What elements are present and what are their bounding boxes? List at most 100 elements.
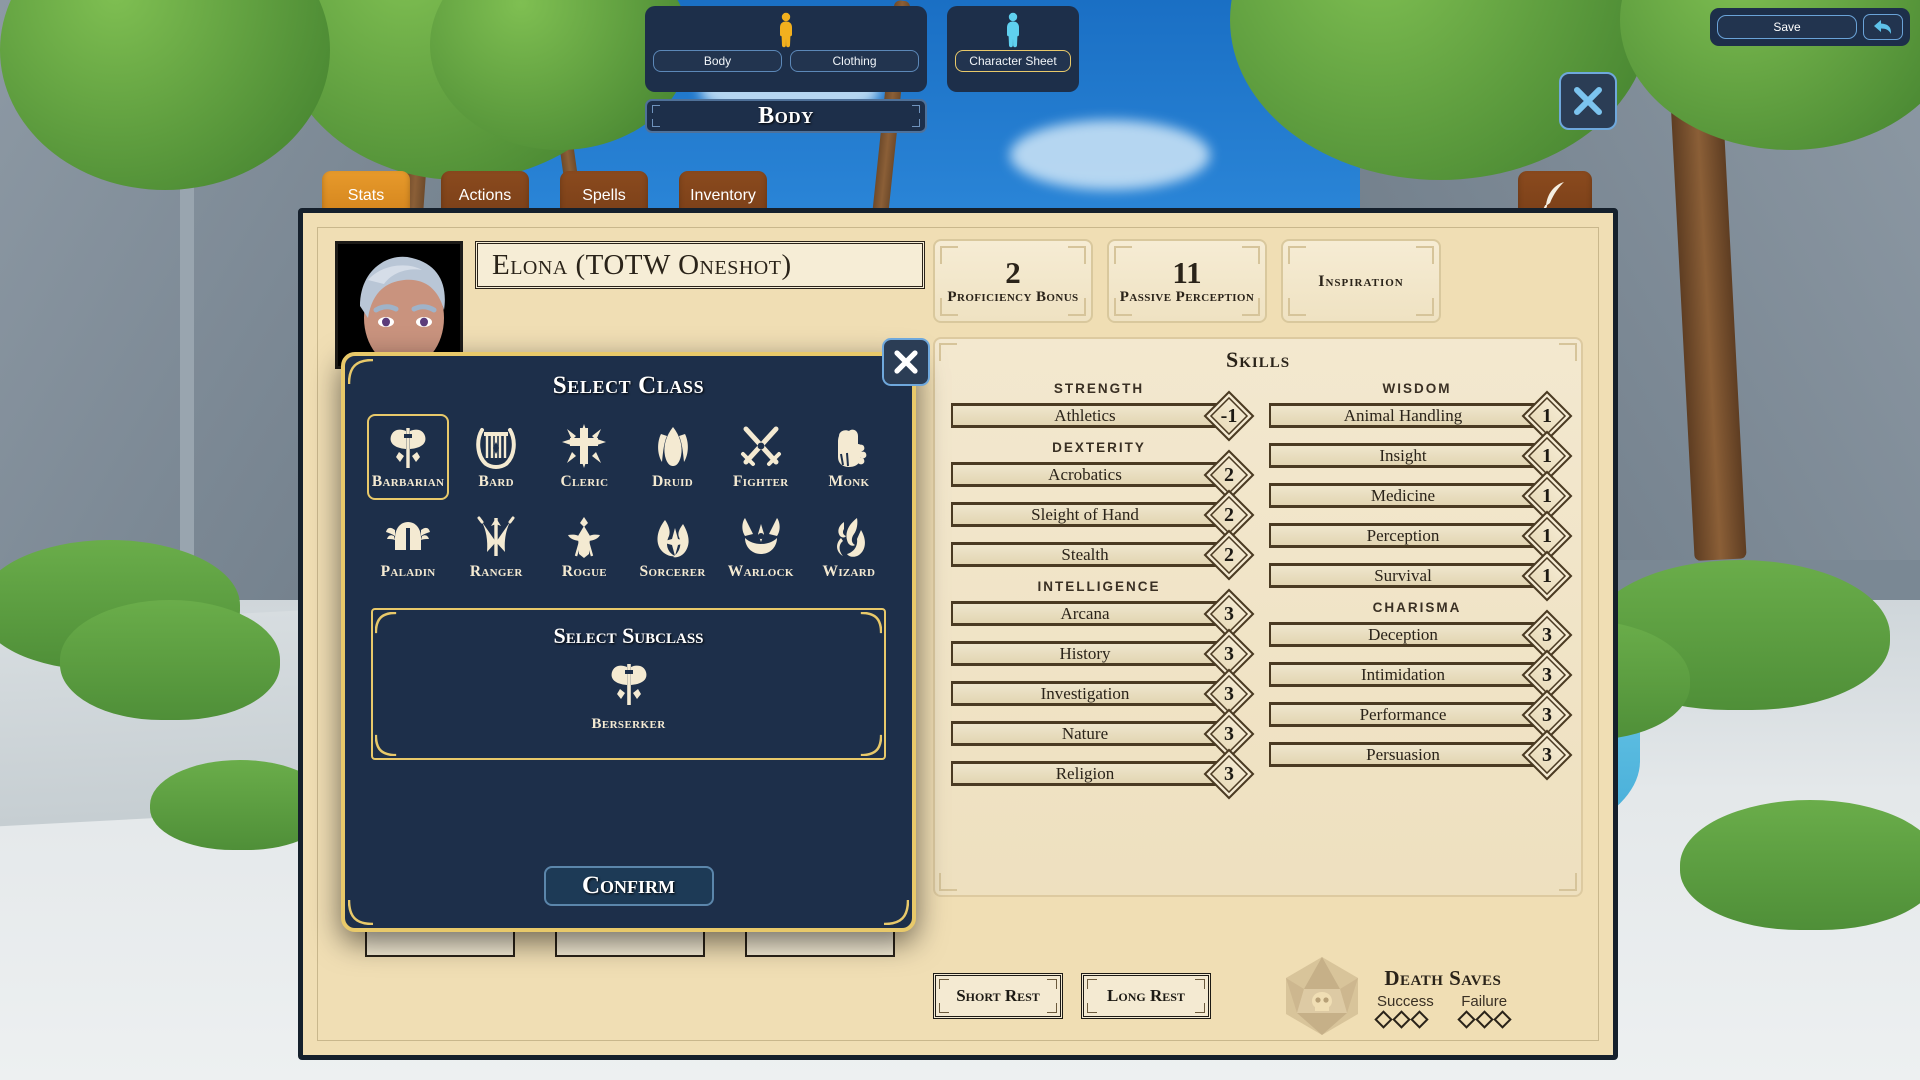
class-option-label: Paladin xyxy=(380,562,436,580)
skill-name: Intimidation xyxy=(1360,664,1446,684)
skill-bar[interactable]: Insight xyxy=(1269,443,1537,468)
skill-row-performance[interactable]: Performance 3 xyxy=(1269,689,1573,741)
corner-ornament xyxy=(375,734,397,756)
class-option-druid[interactable]: Druid xyxy=(631,414,713,500)
skill-bar[interactable]: Performance xyxy=(1269,702,1537,727)
short-rest-button[interactable]: Short Rest xyxy=(933,973,1063,1019)
death-save-marker[interactable] xyxy=(1493,1010,1512,1029)
skill-bar[interactable]: Investigation xyxy=(951,681,1219,706)
skill-value: 1 xyxy=(1542,524,1552,547)
skill-bar[interactable]: Sleight of Hand xyxy=(951,502,1219,527)
skill-row-insight[interactable]: Insight 1 xyxy=(1269,430,1573,482)
death-saves-columns: Success Failure xyxy=(1374,993,1512,1029)
skill-row-perception[interactable]: Perception 1 xyxy=(1269,510,1573,562)
skill-row-history[interactable]: History 3 xyxy=(951,628,1255,680)
class-option-wizard[interactable]: Wizard xyxy=(808,504,890,590)
class-option-label: Sorcerer xyxy=(639,562,706,580)
death-save-marker[interactable] xyxy=(1374,1010,1393,1029)
character-name-field[interactable]: Elona (TOTW Oneshot) xyxy=(475,241,925,289)
undo-button[interactable] xyxy=(1863,14,1903,40)
skill-bar[interactable]: Persuasion xyxy=(1269,742,1537,767)
skill-row-sleight-of-hand[interactable]: Sleight of Hand 2 xyxy=(951,489,1255,541)
skill-bar[interactable]: Perception xyxy=(1269,523,1537,548)
death-save-marker[interactable] xyxy=(1475,1010,1494,1029)
skill-row-animal-handling[interactable]: Animal Handling 1 xyxy=(1269,390,1573,442)
corner-ornament xyxy=(940,298,958,316)
class-option-ranger[interactable]: Ranger xyxy=(455,504,537,590)
horned-eye-icon xyxy=(742,517,780,554)
class-option-paladin[interactable]: Paladin xyxy=(367,504,449,590)
skill-row-acrobatics[interactable]: Acrobatics 2 xyxy=(951,449,1255,501)
proficiency-bonus-label: Proficiency Bonus xyxy=(947,288,1079,305)
skill-bar[interactable]: Medicine xyxy=(1269,483,1537,508)
inspiration-label: Inspiration xyxy=(1318,272,1404,290)
subclass-option[interactable]: Berserker xyxy=(373,659,884,733)
save-group: Save xyxy=(1710,8,1910,46)
inspiration-chip[interactable]: Inspiration xyxy=(1281,239,1441,323)
confirm-button[interactable]: Confirm xyxy=(543,866,714,906)
skill-bar[interactable]: Intimidation xyxy=(1269,662,1537,687)
skill-bar[interactable]: History xyxy=(951,641,1219,666)
skill-name: Acrobatics xyxy=(1048,464,1122,484)
long-rest-button[interactable]: Long Rest xyxy=(1081,973,1211,1019)
body-mode-button[interactable]: Body xyxy=(653,50,782,72)
skill-row-religion[interactable]: Religion 3 xyxy=(951,748,1255,800)
skill-name: Stealth xyxy=(1061,544,1109,564)
skill-bar[interactable]: Acrobatics xyxy=(951,462,1219,487)
cloud xyxy=(1010,120,1210,190)
clothing-mode-button[interactable]: Clothing xyxy=(790,50,919,72)
attribute-heading-intelligence: Intelligence xyxy=(1037,579,1161,594)
skill-bar[interactable]: Arcana xyxy=(951,601,1219,626)
class-option-fighter[interactable]: Fighter xyxy=(720,414,802,500)
class-option-monk[interactable]: Monk xyxy=(808,414,890,500)
skill-value: 1 xyxy=(1542,484,1552,507)
skill-bar[interactable]: Stealth xyxy=(951,542,1219,567)
death-saves-failure: Failure xyxy=(1457,993,1512,1029)
appearance-mode-buttons: Body Clothing xyxy=(645,50,927,72)
skill-row-persuasion[interactable]: Persuasion 3 xyxy=(1269,729,1573,781)
class-option-cleric[interactable]: Cleric xyxy=(543,414,625,500)
class-option-sorcerer[interactable]: Sorcerer xyxy=(631,504,713,590)
death-save-marker[interactable] xyxy=(1392,1010,1411,1029)
shrub xyxy=(1680,800,1920,930)
skill-row-nature[interactable]: Nature 3 xyxy=(951,708,1255,760)
skill-bar[interactable]: Athletics xyxy=(951,403,1219,428)
modal-close-button[interactable] xyxy=(882,338,930,386)
portrait-image xyxy=(338,244,460,366)
skill-bar[interactable]: Religion xyxy=(951,761,1219,786)
save-button[interactable]: Save xyxy=(1717,15,1857,39)
class-option-rogue[interactable]: Rogue xyxy=(543,504,625,590)
close-window-button[interactable] xyxy=(1559,72,1617,130)
passive-perception-chip: 11 Passive Perception xyxy=(1107,239,1267,323)
skill-row-stealth[interactable]: Stealth 2 xyxy=(951,529,1255,581)
double-axe-icon xyxy=(390,427,426,468)
character-sheet-button[interactable]: Character Sheet xyxy=(955,50,1071,72)
class-option-label: Monk xyxy=(828,472,870,490)
class-option-barbarian[interactable]: Barbarian xyxy=(367,414,450,500)
passive-perception-label: Passive Perception xyxy=(1119,288,1255,305)
class-option-bard[interactable]: Bard xyxy=(455,414,537,500)
skill-value: 3 xyxy=(1224,602,1234,625)
skill-row-deception[interactable]: Deception 3 xyxy=(1269,609,1573,661)
skill-bar[interactable]: Animal Handling xyxy=(1269,403,1537,428)
death-saves-text: Death Saves Success Failure xyxy=(1374,966,1512,1029)
skill-row-investigation[interactable]: Investigation 3 xyxy=(951,668,1255,720)
skill-row-athletics[interactable]: Athletics -1 xyxy=(951,390,1255,442)
corner-ornament xyxy=(939,1003,949,1013)
death-save-marker[interactable] xyxy=(1457,1010,1476,1029)
skill-row-medicine[interactable]: Medicine 1 xyxy=(1269,470,1573,522)
skill-row-arcana[interactable]: Arcana 3 xyxy=(951,588,1255,640)
death-saves-block: Death Saves Success Failure xyxy=(1279,953,1512,1039)
corner-ornament xyxy=(652,119,660,127)
skill-bar[interactable]: Deception xyxy=(1269,622,1537,647)
death-save-marker[interactable] xyxy=(1410,1010,1429,1029)
corner-ornament xyxy=(1288,246,1306,264)
class-option-warlock[interactable]: Warlock xyxy=(720,504,802,590)
corner-ornament xyxy=(348,899,374,925)
skill-row-survival[interactable]: Survival 1 xyxy=(1269,550,1573,602)
skill-bar[interactable]: Survival xyxy=(1269,563,1537,588)
skill-row-intimidation[interactable]: Intimidation 3 xyxy=(1269,649,1573,701)
skill-bar[interactable]: Nature xyxy=(951,721,1219,746)
skill-name: Performance xyxy=(1359,704,1447,724)
character-portrait[interactable] xyxy=(335,241,463,369)
